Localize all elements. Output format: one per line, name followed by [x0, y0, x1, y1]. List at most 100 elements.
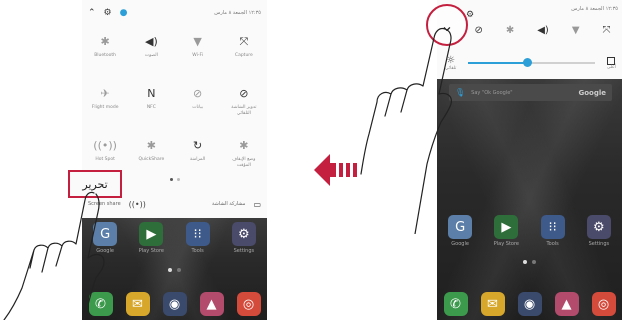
app-icon: ◉: [517, 292, 542, 316]
app-label: Settings: [233, 248, 255, 254]
quick-settings-grid: ✱ Bluetooth ◀) الصوت ▼ Wi-Fi ⤧ Capture ✈ Flight m…: [82, 34, 267, 178]
quick-setting-icon: N: [147, 87, 156, 100]
quick-setting-tile[interactable]: ⤧ Capture: [221, 34, 267, 74]
app-icon: ✉: [125, 292, 150, 316]
quick-setting-icon: ⤧: [239, 35, 249, 48]
app-phone[interactable]: ✆: [438, 292, 474, 316]
quick-setting-icon: ↻: [193, 139, 203, 152]
app-tools[interactable]: ⁝⁝ Tools: [535, 215, 571, 247]
app-icon: ⚙: [586, 215, 611, 239]
quick-setting-label: وضع الإيقاف المؤقت: [232, 157, 256, 168]
brightness-row: ☼ تلقائي أعلى: [445, 55, 616, 71]
quick-setting-icon: ⊘: [239, 87, 249, 100]
quick-setting-icon: ✈: [100, 87, 110, 100]
page-dot-active: [169, 178, 173, 181]
pointing-hand-left-icon: [3, 191, 105, 320]
app-icon: ◉: [162, 292, 187, 316]
quick-setting-icon: ((•)): [93, 139, 117, 152]
home-dot-active: [523, 260, 527, 264]
brightness-slider-thumb[interactable]: [522, 58, 532, 67]
account-icon[interactable]: ●: [120, 8, 128, 18]
home-dot: [177, 268, 181, 272]
status-datetime-right: ١٢:٣٥ الجمعة ٨ مارس: [571, 6, 618, 12]
search-placeholder: Say "Ok Google": [471, 89, 513, 96]
app-label: Google: [451, 241, 469, 247]
quick-setting-tile[interactable]: ✈ Flight mode: [82, 86, 128, 126]
app-tools[interactable]: ⁝⁝ Tools: [180, 222, 216, 254]
app-settings[interactable]: ⚙ Settings: [581, 215, 617, 247]
app-settings[interactable]: ⚙ Settings: [226, 222, 262, 254]
pointing-hand-right-icon: [360, 27, 452, 234]
app-icon: ▶: [139, 222, 164, 246]
quick-setting-tile[interactable]: ▼ Wi-Fi: [175, 34, 221, 74]
quick-setting-label: المزامنة: [190, 157, 206, 162]
quick-setting-label: Flight mode: [91, 105, 119, 110]
quick-setting-tile[interactable]: ✱ Bluetooth: [82, 34, 128, 74]
brightness-max[interactable]: أعلى: [606, 56, 616, 70]
quick-setting-icon: ⊘: [193, 87, 203, 100]
app-chrome[interactable]: ◎: [231, 292, 267, 316]
app-play-store[interactable]: ▶ Play Store: [488, 215, 524, 247]
quick-setting-icon: ✱: [239, 139, 249, 152]
app-gallery[interactable]: ▲: [549, 292, 585, 316]
quick-setting-label: NFC: [146, 105, 156, 110]
quick-setting-tile[interactable]: ⊘ تدوير الشاشة التلقائي: [221, 86, 267, 126]
app-label: Play Store: [493, 241, 519, 247]
home-dot-active: [168, 268, 172, 272]
app-gallery[interactable]: ▲: [194, 292, 230, 316]
quick-toggle-icon[interactable]: ▼: [572, 25, 580, 36]
app-icon: ⁝⁝: [540, 215, 565, 239]
app-icon: ⁝⁝: [185, 222, 210, 246]
app-icon: ▲: [199, 292, 224, 316]
quick-toggle-icon[interactable]: ◀): [537, 25, 549, 36]
home-dot: [532, 260, 536, 264]
quick-setting-tile[interactable]: ✱ وضع الإيقاف المؤقت: [221, 138, 267, 178]
cast-icon[interactable]: ((•)): [129, 200, 146, 209]
app-icon: ▲: [554, 292, 579, 316]
app-camera[interactable]: ◉: [512, 292, 548, 316]
quick-setting-label: Bluetooth: [94, 53, 117, 58]
brightness-slider-fill: [468, 62, 527, 64]
app-icon: ✉: [480, 292, 505, 316]
google-search-bar[interactable]: 🎙 Say "Ok Google" Google: [449, 84, 612, 101]
collapse-chevron-icon[interactable]: ⌃: [88, 8, 96, 18]
quick-setting-label: Capture: [234, 53, 253, 58]
app-icon: ▶: [494, 215, 519, 239]
square-icon: [607, 56, 616, 65]
quick-setting-icon: ✱: [100, 35, 110, 48]
status-datetime: ١٢:٣٥ الجمعة ٨ مارس: [214, 10, 261, 16]
instruction-illustration: ⌃ ⚙ ● ١٢:٣٥ الجمعة ٨ مارس ✱ Bluetooth ◀) ال…: [0, 0, 629, 320]
app-play-store[interactable]: ▶ Play Store: [133, 222, 169, 254]
settings-gear-icon-right[interactable]: ⚙: [466, 10, 474, 20]
settings-gear-icon[interactable]: ⚙: [104, 8, 112, 18]
quick-toggle-icon[interactable]: ⤧: [603, 25, 611, 36]
quick-setting-tile[interactable]: ✱ QuickShare: [128, 138, 174, 178]
app-label: Settings: [588, 241, 610, 247]
app-label: Tools: [546, 241, 559, 247]
app-label: Tools: [191, 248, 204, 254]
quick-setting-label: Wi-Fi: [192, 53, 203, 58]
app-camera[interactable]: ◉: [157, 292, 193, 316]
dock-right: ✆ ✉ ◉ ▲ ◎: [437, 292, 622, 316]
app-messages[interactable]: ✉: [475, 292, 511, 316]
app-icon: ◎: [236, 292, 261, 316]
quick-setting-icon: ◀): [144, 35, 158, 48]
quick-toggle-icon[interactable]: ⊘: [474, 25, 482, 36]
home-page-dots-right: [437, 260, 622, 264]
screen-share-label[interactable]: مشاركة الشاشة: [212, 201, 246, 207]
brightness-slider[interactable]: [468, 58, 595, 67]
page-dot: [176, 178, 180, 181]
quick-setting-tile[interactable]: ↻ المزامنة: [175, 138, 221, 178]
app-label: Play Store: [138, 248, 164, 254]
app-messages[interactable]: ✉: [120, 292, 156, 316]
quick-setting-tile[interactable]: ⊘ بيانات: [175, 86, 221, 126]
quick-setting-label: QuickShare: [138, 157, 165, 162]
screen-share-icon[interactable]: ▭: [253, 200, 261, 209]
brightness-max-label: أعلى: [606, 64, 616, 70]
quick-setting-label: تدوير الشاشة التلقائي: [231, 105, 257, 116]
quick-setting-tile[interactable]: ◀) الصوت: [128, 34, 174, 74]
quick-toggle-icon[interactable]: ✱: [506, 25, 514, 36]
app-chrome[interactable]: ◎: [586, 292, 622, 316]
quick-setting-tile[interactable]: N NFC: [128, 86, 174, 126]
google-logo: Google: [578, 88, 606, 97]
